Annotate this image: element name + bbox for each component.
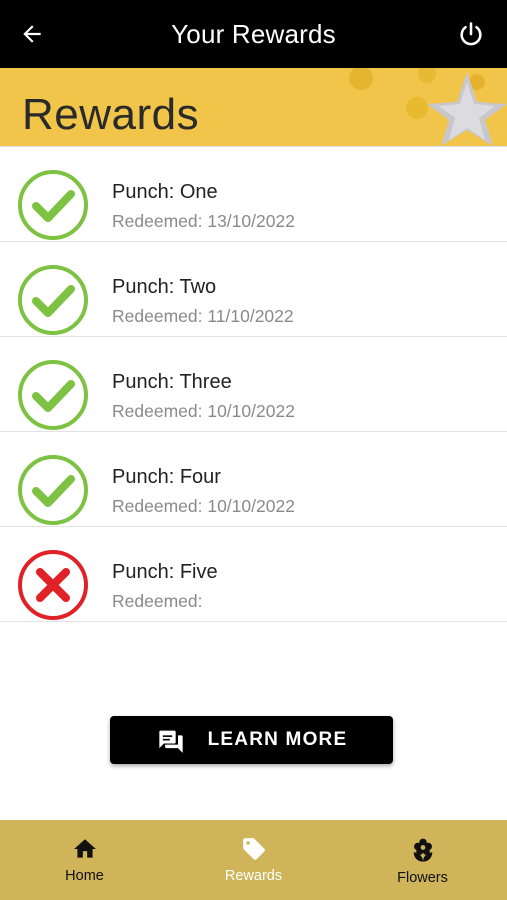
nav-item-rewards[interactable]: Rewards <box>169 820 338 900</box>
check-circle-icon <box>18 360 88 430</box>
flower-icon <box>413 838 432 862</box>
reward-name: Punch: Three <box>112 371 232 393</box>
rewards-list: Punch: One Redeemed: 13/10/2022 Punch: T… <box>0 146 507 622</box>
check-circle-icon <box>18 170 88 240</box>
reward-row[interactable]: Punch: Five Redeemed: <box>0 527 507 622</box>
nav-label-home: Home <box>65 868 104 884</box>
check-circle-icon <box>18 455 88 525</box>
banner-heading: Rewards <box>22 90 200 139</box>
reward-name: Punch: Five <box>112 561 218 583</box>
nav-item-home[interactable]: Home <box>0 820 169 900</box>
top-app-bar: Your Rewards <box>0 0 507 68</box>
learn-more-button[interactable]: LEARN MORE <box>110 716 393 764</box>
reward-name: Punch: Four <box>112 466 221 488</box>
chat-bubbles-icon <box>158 730 183 753</box>
reward-row[interactable]: Punch: Two Redeemed: 11/10/2022 <box>0 242 507 337</box>
banner-decoration <box>349 68 507 146</box>
reward-name: Punch: Two <box>112 276 217 298</box>
back-button[interactable] <box>12 14 52 54</box>
learn-more-label: LEARN MORE <box>207 729 348 750</box>
reward-row[interactable]: Punch: Three Redeemed: 10/10/2022 <box>0 337 507 432</box>
check-circle-icon <box>18 265 88 335</box>
home-icon <box>73 839 96 858</box>
reward-redeemed-date: Redeemed: 11/10/2022 <box>112 306 294 326</box>
reward-name: Punch: One <box>112 181 218 203</box>
reward-redeemed-date: Redeemed: <box>112 591 203 611</box>
tag-icon <box>242 838 265 860</box>
logout-button[interactable] <box>451 14 491 54</box>
reward-row[interactable]: Punch: Four Redeemed: 10/10/2022 <box>0 432 507 527</box>
rewards-screen: Your Rewards Rewards Punch: One Redeemed… <box>0 0 507 900</box>
page-title: Your Rewards <box>171 18 336 49</box>
nav-item-flowers[interactable]: Flowers <box>338 820 507 900</box>
cross-circle-icon <box>18 550 88 620</box>
arrow-left-icon <box>23 25 41 43</box>
nav-label-rewards: Rewards <box>224 868 283 884</box>
reward-redeemed-date: Redeemed: 10/10/2022 <box>112 496 295 516</box>
rewards-banner: Rewards <box>0 68 507 146</box>
reward-redeemed-date: Redeemed: 13/10/2022 <box>112 211 295 231</box>
reward-redeemed-date: Redeemed: 10/10/2022 <box>112 401 295 421</box>
power-icon <box>460 22 482 46</box>
reward-row[interactable]: Punch: One Redeemed: 13/10/2022 <box>0 147 507 242</box>
nav-label-flowers: Flowers <box>397 870 448 886</box>
bottom-navigation: Home Rewards Flowers <box>0 820 507 900</box>
